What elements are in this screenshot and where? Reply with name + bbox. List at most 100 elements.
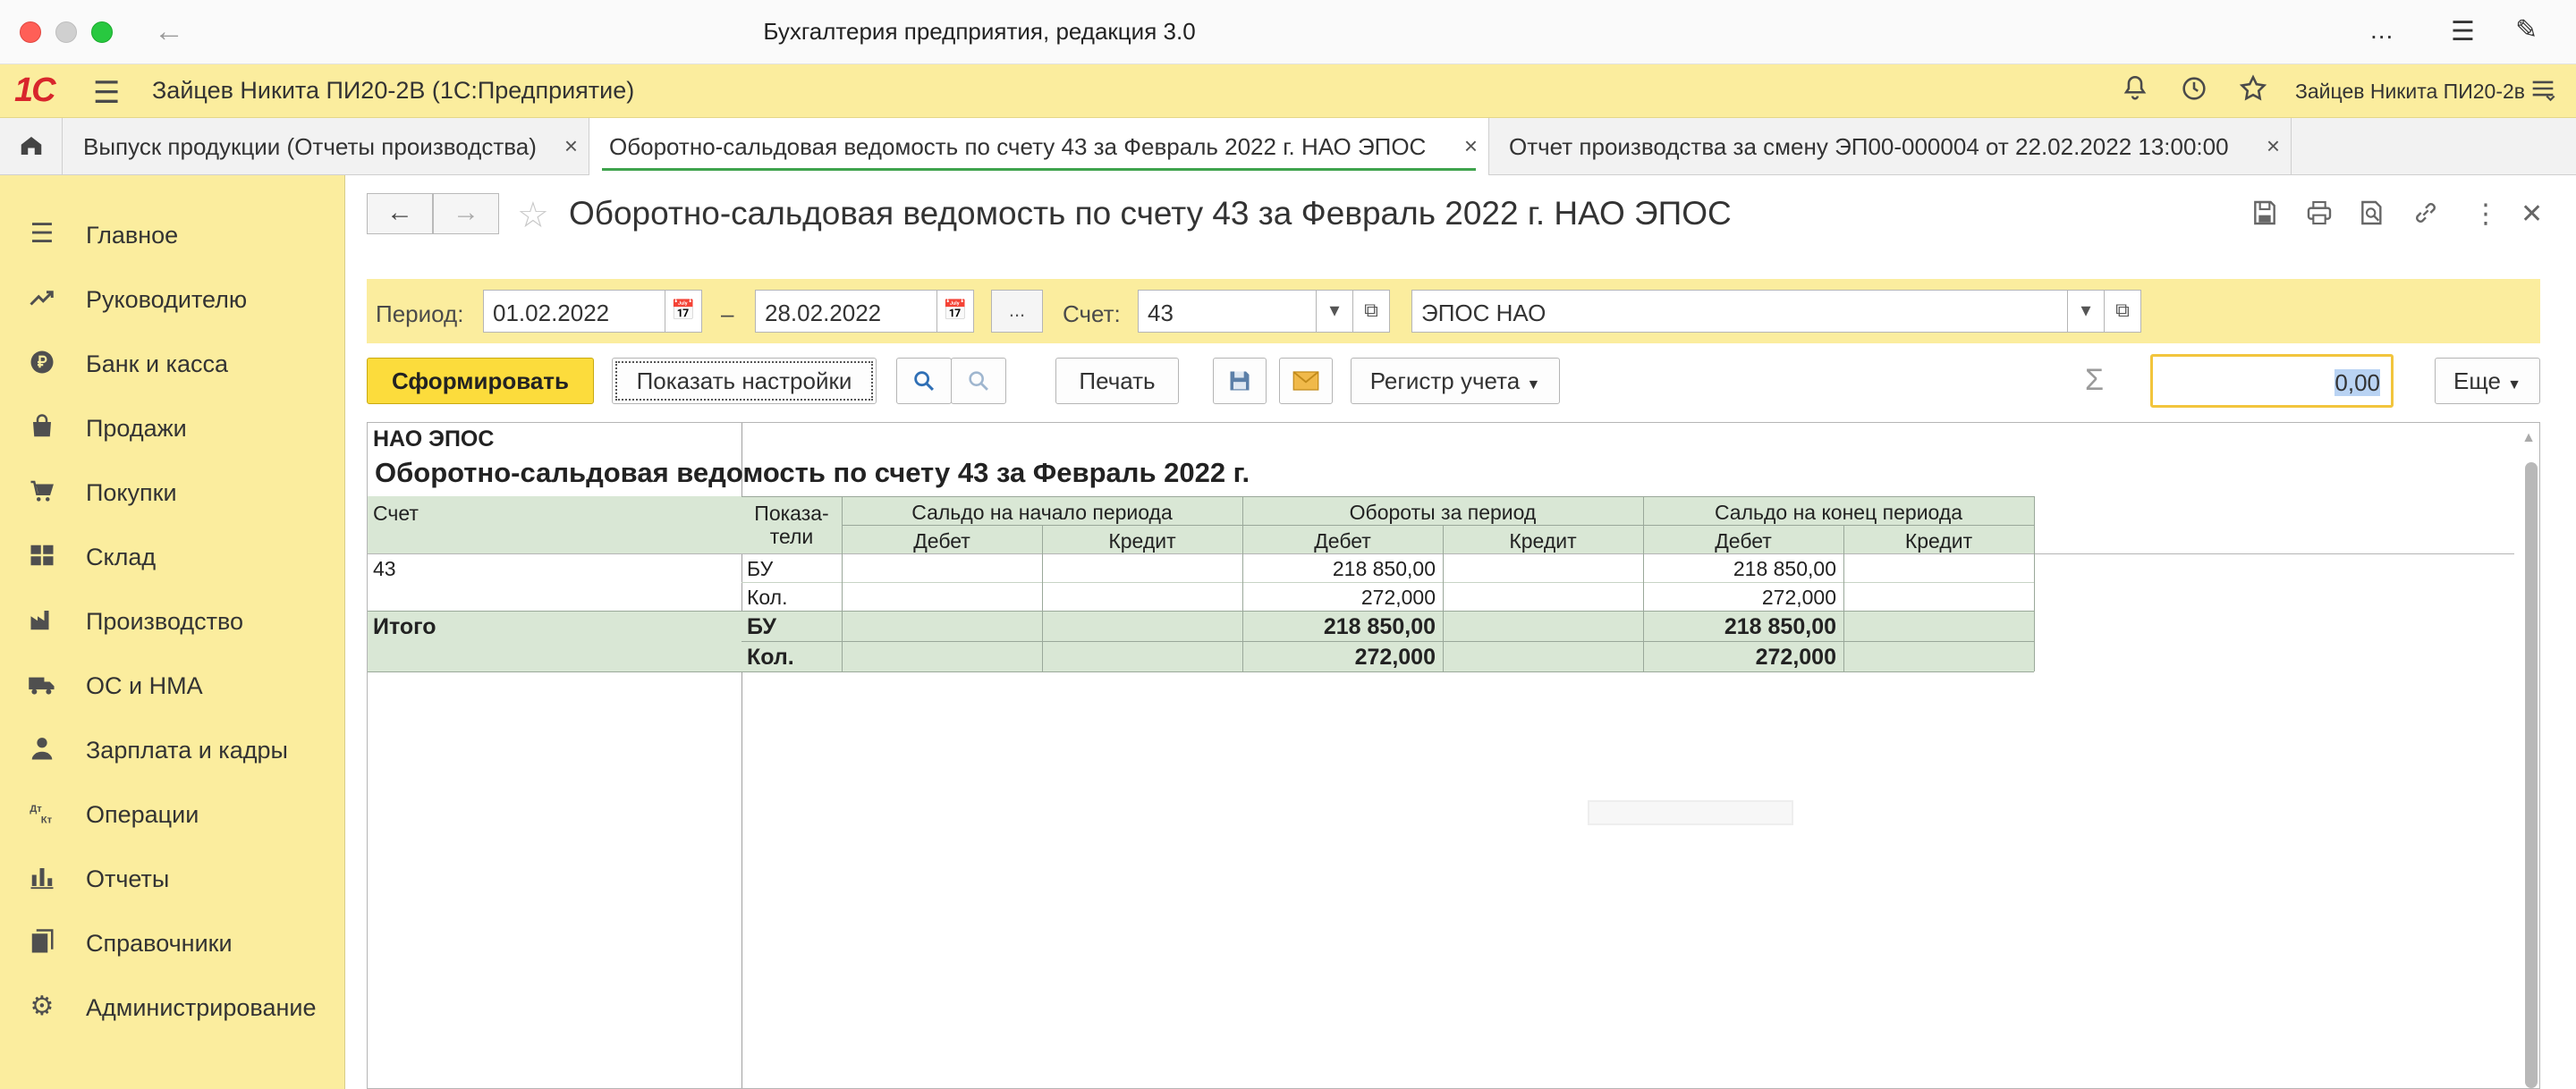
bell-icon[interactable] (2120, 73, 2150, 112)
sidebar-item-label: Администрирование (86, 994, 317, 1021)
sum-field[interactable]: 0,00 (2150, 354, 2394, 408)
sidebar-item-administration[interactable]: ⚙ Администрирование (0, 980, 345, 1034)
print-button[interactable]: Печать (1055, 358, 1179, 404)
tab-shift-report[interactable]: Отчет производства за смену ЭП00-000004 … (1489, 118, 2292, 175)
sidebar-item-production[interactable]: Производство (0, 594, 345, 647)
sum-sigma-icon: Σ (2085, 363, 2105, 397)
sidebar-item-main[interactable]: ☰ Главное (0, 207, 345, 261)
report-filters: Период: 01.02.2022 📅 – 28.02.2022 📅 ... … (367, 279, 2540, 343)
cell-closing-debit[interactable]: 218 850,00 (1643, 557, 1836, 581)
report-spreadsheet[interactable]: НАО ЭПОС Оборотно-сальдовая ведомость по… (367, 422, 2540, 1089)
tab-label: Отчет производства за смену ЭП00-000004 … (1509, 133, 2229, 160)
cell-turnover-debit[interactable]: 272,000 (1242, 586, 1436, 610)
main-menu-icon[interactable]: ☰ (93, 75, 120, 111)
sidebar-item-sales[interactable]: Продажи (0, 401, 345, 454)
sidebar-item-fixed-assets[interactable]: ОС и НМА (0, 658, 345, 712)
cell-account[interactable]: 43 (373, 557, 396, 581)
print-icon[interactable] (2304, 198, 2334, 234)
header-indicators: тели (769, 525, 814, 548)
app-header: 1С ☰ Зайцев Никита ПИ20-2В (1С:Предприят… (0, 64, 2576, 118)
account-input[interactable]: 43 (1138, 290, 1317, 333)
nav-forward-button[interactable]: → (433, 193, 499, 234)
sidebar-item-label: Склад (86, 544, 157, 570)
sidebar-item-reports[interactable]: Отчеты (0, 851, 345, 905)
home-tab[interactable] (0, 118, 63, 175)
header-debit: Дебет (1715, 529, 1772, 553)
sidebar-item-label: Руководителю (86, 286, 248, 313)
register-dropdown[interactable]: Регистр учета ▼ (1351, 358, 1560, 404)
cell-total-closing-debit[interactable]: 272,000 (1643, 645, 1836, 671)
more-vertical-icon[interactable]: ⋮ (2472, 198, 2499, 230)
favorite-star-icon[interactable]: ☆ (517, 195, 549, 236)
sidebar-item-label: Продажи (86, 415, 187, 442)
search-reset-icon[interactable] (951, 358, 1006, 404)
more-dropdown[interactable]: Еще ▼ (2435, 358, 2540, 404)
close-tab-icon[interactable]: × (2267, 132, 2280, 160)
report-organization: НАО ЭПОС (373, 426, 495, 452)
open-icon[interactable]: ⧉ (2104, 290, 2141, 333)
organization-input[interactable]: ЭПОС НАО (1411, 290, 2068, 333)
date-to-input[interactable]: 28.02.2022 (755, 290, 937, 333)
sidebar-item-label: Покупки (86, 479, 177, 506)
tab-osv-43[interactable]: Оборотно-сальдовая ведомость по счету 43… (589, 118, 1489, 176)
header-indicators: Показа- (754, 502, 829, 525)
sidebar-item-manager[interactable]: Руководителю (0, 272, 345, 325)
books-icon (27, 928, 57, 957)
menu-lines-icon: ☰ (30, 219, 55, 249)
sidebar-item-salary[interactable]: Зарплата и кадры (0, 722, 345, 776)
sidebar-item-directories[interactable]: Справочники (0, 916, 345, 969)
cell-indicator: БУ (747, 614, 776, 639)
cell-turnover-debit[interactable]: 218 850,00 (1242, 557, 1436, 581)
cell-total-turnover-debit[interactable]: 272,000 (1242, 645, 1436, 671)
person-icon (27, 735, 57, 764)
menu-icon[interactable] (2528, 73, 2558, 112)
pen-icon[interactable]: ✎ (2515, 14, 2538, 46)
cell-total-turnover-debit[interactable]: 218 850,00 (1242, 614, 1436, 640)
grid-line (741, 582, 2034, 583)
cell-indicator: Кол. (747, 645, 794, 670)
save-icon[interactable] (2250, 198, 2279, 234)
history-icon[interactable] (2179, 73, 2209, 112)
close-icon[interactable]: ✕ (2521, 198, 2543, 230)
more-button[interactable]: ... (2370, 16, 2394, 45)
sidebar-item-operations[interactable]: Дт Кт Операции (0, 787, 345, 840)
user-name[interactable]: Зайцев Никита ПИ20-2в (2295, 80, 2525, 104)
show-settings-button[interactable]: Показать настройки (612, 358, 877, 404)
home-icon (21, 137, 41, 155)
close-tab-icon[interactable]: × (1464, 132, 1478, 160)
vertical-scrollbar[interactable] (2525, 462, 2538, 1088)
link-icon[interactable] (2411, 198, 2440, 234)
preview-icon[interactable] (2358, 198, 2386, 234)
sidebar-item-purchases[interactable]: Покупки (0, 465, 345, 519)
logo-1c: 1С (14, 72, 56, 109)
open-icon[interactable]: ⧉ (1352, 290, 1390, 333)
star-icon[interactable] (2238, 73, 2268, 112)
chevron-down-icon[interactable]: ▾ (1316, 290, 1353, 333)
sidebar-item-warehouse[interactable]: Склад (0, 529, 345, 583)
calendar-icon[interactable]: 📅 (665, 290, 702, 333)
nav-back-button[interactable]: ← (367, 193, 433, 234)
period-select-button[interactable]: ... (991, 290, 1043, 333)
sidebar-item-bank[interactable]: Банк и касса (0, 336, 345, 390)
search-icon[interactable] (896, 358, 952, 404)
grid-line (368, 611, 2034, 612)
grid-line (368, 553, 2514, 554)
list-icon[interactable]: ☰ (2451, 16, 2475, 47)
chevron-down-icon[interactable]: ▾ (2067, 290, 2105, 333)
generate-button[interactable]: Сформировать (367, 358, 594, 404)
header-account: Счет (373, 502, 419, 525)
cell-total-closing-debit[interactable]: 218 850,00 (1643, 614, 1836, 640)
calendar-icon[interactable]: 📅 (936, 290, 974, 333)
tab-production-output[interactable]: Выпуск продукции (Отчеты производства) × (64, 118, 589, 175)
sidebar-item-label: Операции (86, 801, 199, 828)
close-tab-icon[interactable]: × (564, 132, 578, 160)
open-tabs-bar: Выпуск продукции (Отчеты производства) ×… (0, 118, 2576, 176)
trend-icon (27, 284, 57, 313)
scroll-up-arrow[interactable]: ▲ (2521, 430, 2536, 446)
envelope-icon[interactable] (1279, 358, 1333, 404)
save-report-icon[interactable] (1213, 358, 1267, 404)
date-from-input[interactable]: 01.02.2022 (483, 290, 665, 333)
report-form: ← → ☆ Оборотно-сальдовая ведомость по сч… (345, 175, 2576, 1089)
sections-sidebar: ☰ Главное Руководителю Банк и касса Прод… (0, 175, 345, 1089)
cell-closing-debit[interactable]: 272,000 (1643, 586, 1836, 610)
